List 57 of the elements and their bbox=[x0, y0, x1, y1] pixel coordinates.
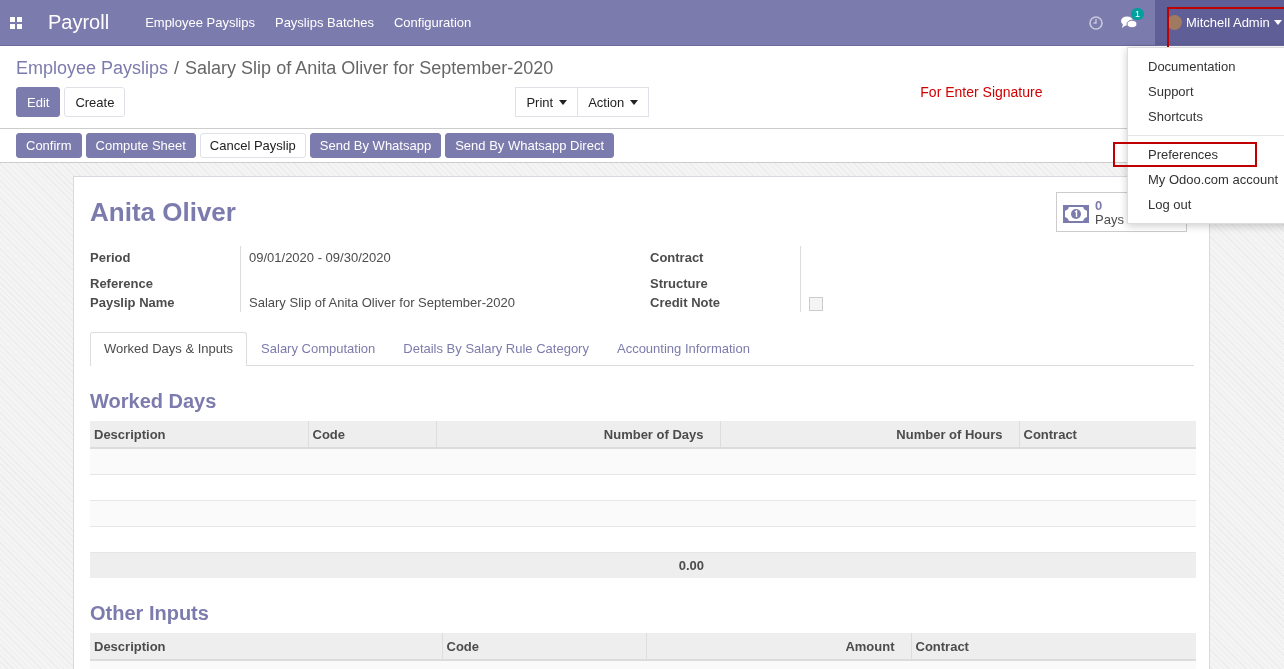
status-button[interactable]: Send By Whatsapp Direct bbox=[445, 133, 614, 158]
dropdown-button[interactable]: Action bbox=[578, 87, 650, 117]
menu-item[interactable]: Employee Payslips bbox=[145, 15, 255, 30]
status-button[interactable]: Cancel Payslip bbox=[199, 133, 306, 158]
employee-name: Anita Oliver bbox=[90, 197, 236, 228]
user-menu-toggle[interactable]: Mitchell Admin bbox=[1155, 0, 1284, 45]
menu-item[interactable]: Documentation bbox=[1128, 54, 1284, 79]
breadcrumb-current: Salary Slip of Anita Oliver for September-2020 bbox=[185, 58, 554, 79]
tab[interactable]: Accounting Information bbox=[602, 332, 764, 365]
field-label: Period bbox=[90, 249, 132, 267]
menu-item[interactable]: Configuration bbox=[393, 15, 472, 30]
message-count-badge: 1 bbox=[1131, 7, 1144, 20]
caret-icon bbox=[1273, 20, 1282, 25]
column-header[interactable]: Description bbox=[90, 421, 308, 448]
field-value: Salary Slip of Anita Oliver for September-2020 bbox=[249, 295, 515, 310]
menu-item[interactable]: Support bbox=[1128, 79, 1284, 104]
caret-icon bbox=[630, 99, 639, 105]
caret-icon bbox=[559, 99, 568, 105]
field-label: Credit Note bbox=[650, 294, 722, 312]
money-icon bbox=[1063, 205, 1089, 223]
menu-item[interactable]: Preferences bbox=[1113, 142, 1257, 167]
dropdown-button[interactable]: Print bbox=[515, 87, 579, 117]
field-label: Payslip Name bbox=[90, 294, 176, 312]
breadcrumb-link[interactable]: Employee Payslips bbox=[16, 58, 169, 79]
column-header[interactable]: Amount bbox=[646, 633, 911, 660]
tab[interactable]: Details By Salary Rule Category bbox=[389, 332, 603, 365]
column-header[interactable]: Contract bbox=[1019, 421, 1196, 448]
clock-icon[interactable] bbox=[1089, 15, 1103, 30]
column-header[interactable]: Code bbox=[308, 421, 436, 448]
field-value: 09/01/2020 - 09/30/2020 bbox=[249, 250, 391, 265]
field-label: Structure bbox=[650, 275, 709, 293]
section-title: Worked Days bbox=[90, 390, 218, 413]
status-button[interactable]: Send By Whatsapp bbox=[309, 133, 442, 158]
chat-icon[interactable] bbox=[1121, 15, 1137, 30]
column-header[interactable]: Number of Hours bbox=[720, 421, 1019, 448]
column-header[interactable]: Code bbox=[442, 633, 646, 660]
credit-note-checkbox[interactable] bbox=[809, 297, 823, 311]
annotation-note: For Enter Signature bbox=[920, 84, 1043, 100]
menu-item[interactable]: Payslips Batches bbox=[274, 15, 374, 30]
column-header[interactable]: Number of Days bbox=[436, 421, 720, 448]
tab[interactable]: Salary Computation bbox=[247, 332, 390, 365]
tab[interactable]: Worked Days & Inputs bbox=[90, 332, 248, 366]
breadcrumb-separator: / bbox=[174, 58, 180, 79]
column-header[interactable]: Contract bbox=[911, 633, 1196, 660]
status-button[interactable]: Confirm bbox=[16, 133, 82, 158]
total-value: 0.00 bbox=[678, 558, 704, 573]
create-button[interactable]: Create bbox=[64, 87, 126, 117]
edit-button[interactable]: Edit bbox=[16, 87, 61, 117]
field-label: Reference bbox=[90, 275, 154, 293]
menu-item[interactable]: My Odoo.com account bbox=[1128, 167, 1284, 192]
app-title: Payroll bbox=[48, 11, 110, 34]
section-title: Other Inputs bbox=[90, 602, 210, 625]
field-label: Contract bbox=[650, 249, 705, 267]
menu-item[interactable]: Shortcuts bbox=[1128, 104, 1284, 129]
column-header[interactable]: Description bbox=[90, 633, 442, 660]
apps-menu-icon[interactable] bbox=[10, 16, 22, 29]
status-button[interactable]: Compute Sheet bbox=[85, 133, 196, 158]
